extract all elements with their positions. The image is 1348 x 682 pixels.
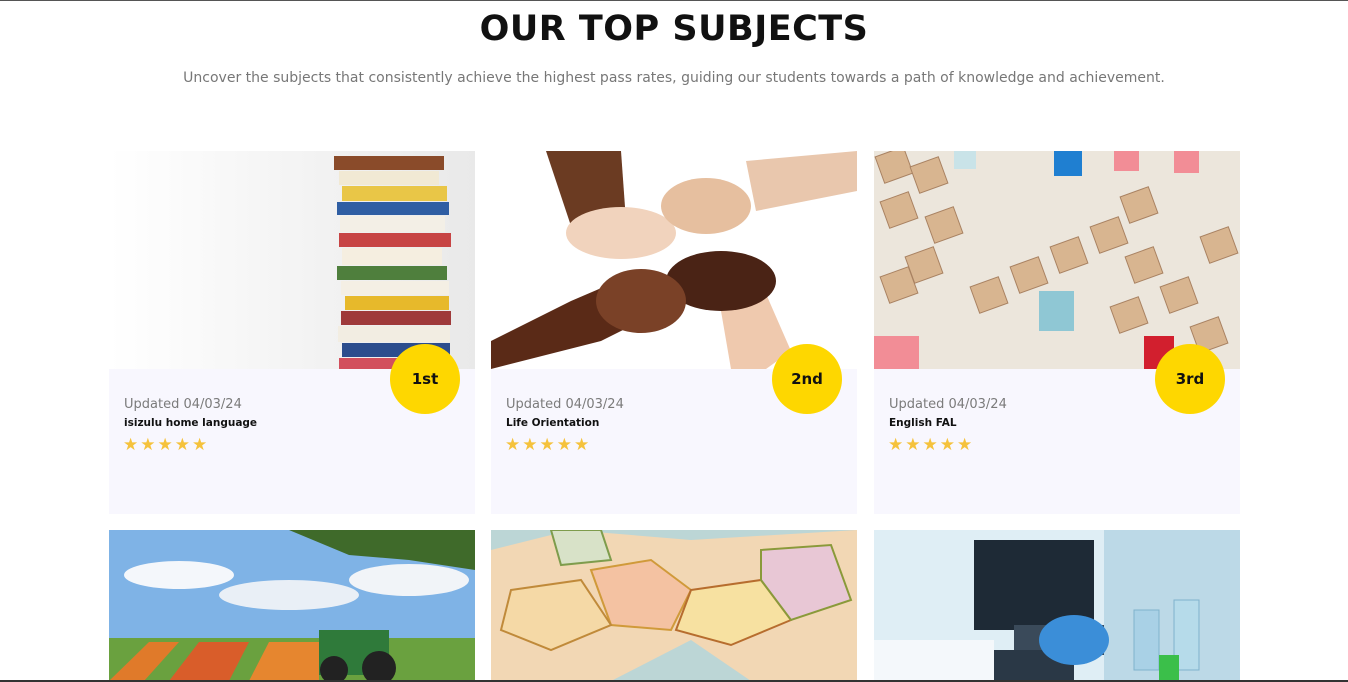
subject-card[interactable]: 1st Updated 04/03/24 isizulu home langua… [109, 151, 475, 514]
subject-name[interactable]: Life Orientation [506, 417, 599, 429]
subject-card[interactable] [874, 530, 1240, 681]
star-rating: ★★★★★ [888, 435, 975, 455]
updated-date: Updated 04/03/24 [889, 397, 1007, 412]
rank-badge: 3rd [1155, 344, 1225, 414]
scrabble-tiles-image [874, 151, 1240, 369]
rank-badge: 1st [390, 344, 460, 414]
star-rating: ★★★★★ [123, 435, 210, 455]
section-title: OUR TOP SUBJECTS [479, 9, 869, 49]
farm-field-tractor-image [109, 530, 475, 681]
star-rating: ★★★★★ [505, 435, 592, 455]
subject-card[interactable] [491, 530, 857, 681]
rank-badge: 2nd [772, 344, 842, 414]
section-subtitle: Uncover the subjects that consistently a… [183, 70, 1165, 86]
subject-name[interactable]: English FAL [889, 417, 957, 429]
books-stack-image [109, 151, 475, 369]
updated-date: Updated 04/03/24 [506, 397, 624, 412]
subject-card[interactable] [109, 530, 475, 681]
linked-hands-image [491, 151, 857, 369]
subject-card[interactable]: 2nd Updated 04/03/24 Life Orientation ★★… [491, 151, 857, 514]
subject-name[interactable]: isizulu home language [124, 417, 257, 429]
laboratory-microscope-image [874, 530, 1240, 681]
subject-card[interactable]: 3rd Updated 04/03/24 English FAL ★★★★★ [874, 151, 1240, 514]
updated-date: Updated 04/03/24 [124, 397, 242, 412]
europe-map-image [491, 530, 857, 681]
